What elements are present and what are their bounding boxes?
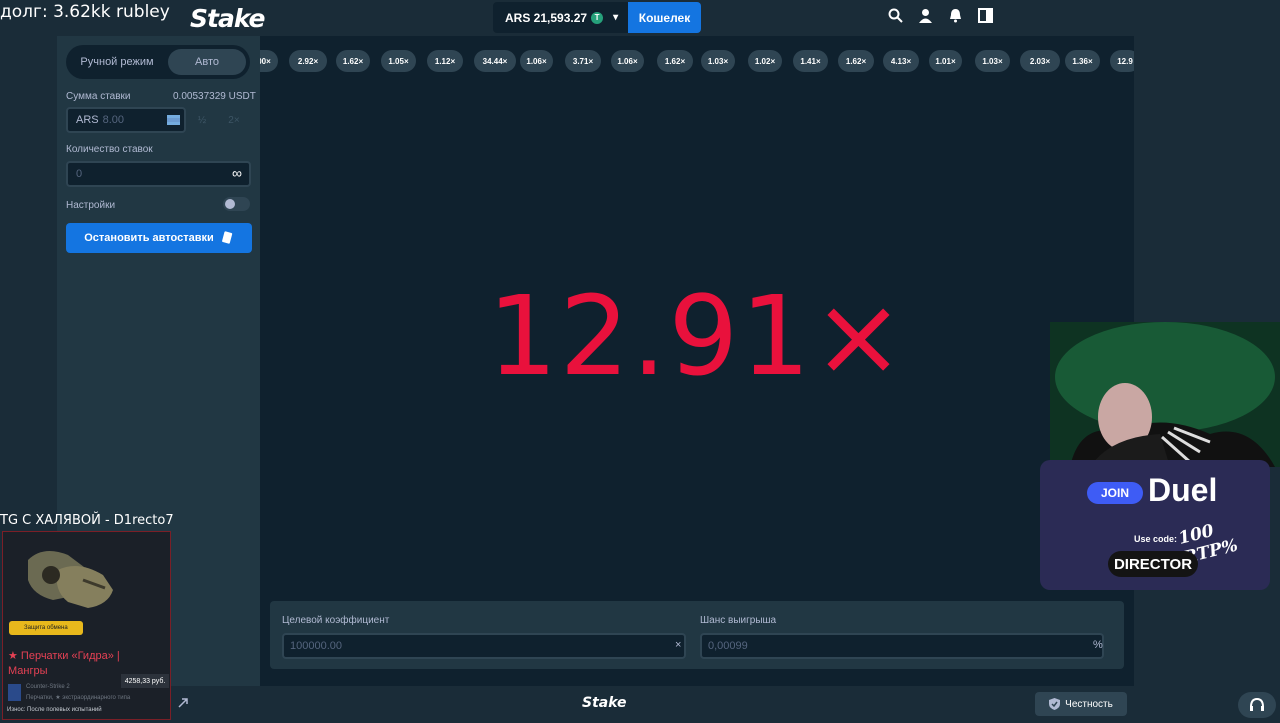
item-wear: Износ: После полевых испытаний [7,707,102,713]
game-area: 00×2.92×1.62×1.05×1.12×34.44×1.06×3.71×1… [260,36,1134,686]
history-chip[interactable]: 1.06× [611,50,644,72]
multiplier-suffix-icon: × [675,639,682,651]
support-button[interactable] [1238,692,1276,718]
duel-brand: Duel [1148,472,1218,508]
history-chip[interactable]: 34.44× [474,50,516,72]
item-title: ★ Перчатки «Гидра» | Мангры [8,650,120,677]
tab-auto[interactable]: Авто [168,49,246,75]
double-bet-button[interactable]: 2× [220,107,248,133]
stake-logo[interactable]: Stake [190,4,266,33]
settings-toggle[interactable] [223,197,250,211]
debt-overlay-text: долг: 3.62kk rubley [0,2,170,22]
fairness-label: Честность [1065,698,1113,710]
win-chance-label: Шанс выигрыша [700,615,777,626]
history-chip[interactable]: 1.03× [975,50,1010,72]
history-chip[interactable]: 00× [260,50,278,72]
item-type: Перчатки, ★ экстраординарного типа [26,695,131,701]
item-drop-card: Защита обмена ★ Перчатки «Гидра» | Мангр… [2,531,171,720]
current-multiplier: 12.91× [487,272,907,400]
sidebar-toggle-icon[interactable] [978,8,993,23]
target-multiplier-input[interactable]: 100000.00 [282,633,686,659]
bet-count-label: Количество ставок [66,144,153,155]
balance-selector[interactable]: ARS 21,593.27 T ▾ [493,2,628,33]
telegram-overlay-text: TG С ХАЛЯВОЙ - D1recto7 [0,513,174,528]
gloves-image [28,551,113,608]
search-icon[interactable] [888,8,903,23]
percent-suffix-icon: % [1093,639,1103,651]
shield-check-icon [1049,698,1061,710]
history-chip[interactable]: 2.03× [1020,50,1060,72]
history-chip[interactable]: 4.13× [883,50,919,72]
history-chip[interactable]: 1.62× [657,50,693,72]
history-chip[interactable]: 1.05× [381,50,416,72]
history-chip[interactable]: 1.12× [427,50,463,72]
win-chance-value: 0,00099 [708,640,748,652]
promo-code: DIRECTOR [1108,551,1198,577]
bet-count-input[interactable]: 0 ∞ [66,161,251,187]
history-chip[interactable]: 1.03× [701,50,735,72]
headset-icon [1250,697,1264,711]
argentina-flag-icon [167,115,180,125]
bet-amount-usdt: 0.00537329 USDT [173,91,256,102]
half-bet-button[interactable]: ½ [188,107,216,133]
tab-manual[interactable]: Ручной режим [70,49,164,75]
balance-amount: ARS 21,593.27 [505,10,588,25]
history-chip[interactable]: 1.41× [793,50,828,72]
user-icon[interactable] [918,8,933,23]
win-chance-input[interactable]: 0,00099 [700,633,1104,659]
trade-protection-badge: Защита обмена [9,621,83,635]
popout-icon[interactable] [176,696,190,710]
fairness-button[interactable]: Честность [1035,692,1127,716]
bell-icon[interactable] [948,8,963,23]
history-chip[interactable]: 1.36× [1065,50,1100,72]
stop-autobet-label: Остановить автоставки [84,232,214,244]
top-bar: долг: 3.62kk rubley Stake ARS 21,593.27 … [0,0,1280,36]
history-chip[interactable]: 1.62× [336,50,370,72]
game-input-panel: Целевой коэффициент 100000.00 × Шанс выи… [270,601,1124,669]
tether-coin-icon: T [591,11,604,24]
bet-amount-label: Сумма ставки [66,91,131,102]
footer-stake-logo: Stake [582,695,627,711]
settings-label: Настройки [66,200,116,211]
chevron-down-icon: ▾ [613,12,619,23]
bet-amount-value: 8.00 [102,114,125,126]
bet-count-value: 0 [76,168,83,180]
cards-icon [221,231,232,244]
stop-autobet-button[interactable]: Остановить автоставки [66,223,252,253]
history-chip[interactable]: 3.71× [565,50,601,72]
join-badge: JOIN [1087,482,1143,504]
item-game-name: Counter-Strike 2 [26,684,70,690]
streamer-webcam-image [1050,322,1280,467]
duel-promo-banner: JOIN Duel Use code: 100 RTP% DIRECTOR [1040,460,1270,590]
history-chip[interactable]: 1.02× [748,50,782,72]
history-chip[interactable]: 1.62× [838,50,874,72]
result-history: 00×2.92×1.62×1.05×1.12×34.44×1.06×3.71×1… [260,50,1134,72]
bet-amount-input[interactable]: ARS 8.00 [66,107,186,133]
target-multiplier-label: Целевой коэффициент [282,615,390,626]
target-multiplier-value: 100000.00 [290,640,342,652]
item-price: 4258,33 руб. [121,674,169,688]
cs2-game-icon [8,684,21,701]
webcam-overlay [1050,322,1280,467]
history-chip[interactable]: 2.92× [289,50,327,72]
use-code-label: Use code: [1134,534,1178,544]
history-chip[interactable]: 1.06× [520,50,553,72]
bet-currency: ARS [76,114,99,126]
history-chip[interactable]: 12.9 [1110,50,1134,72]
wallet-button[interactable]: Кошелек [628,2,701,33]
footer-bar: Stake Честность [0,686,1280,720]
history-chip[interactable]: 1.01× [929,50,962,72]
mode-switcher: Ручной режим Авто [66,45,250,79]
infinity-icon[interactable]: ∞ [232,165,242,181]
